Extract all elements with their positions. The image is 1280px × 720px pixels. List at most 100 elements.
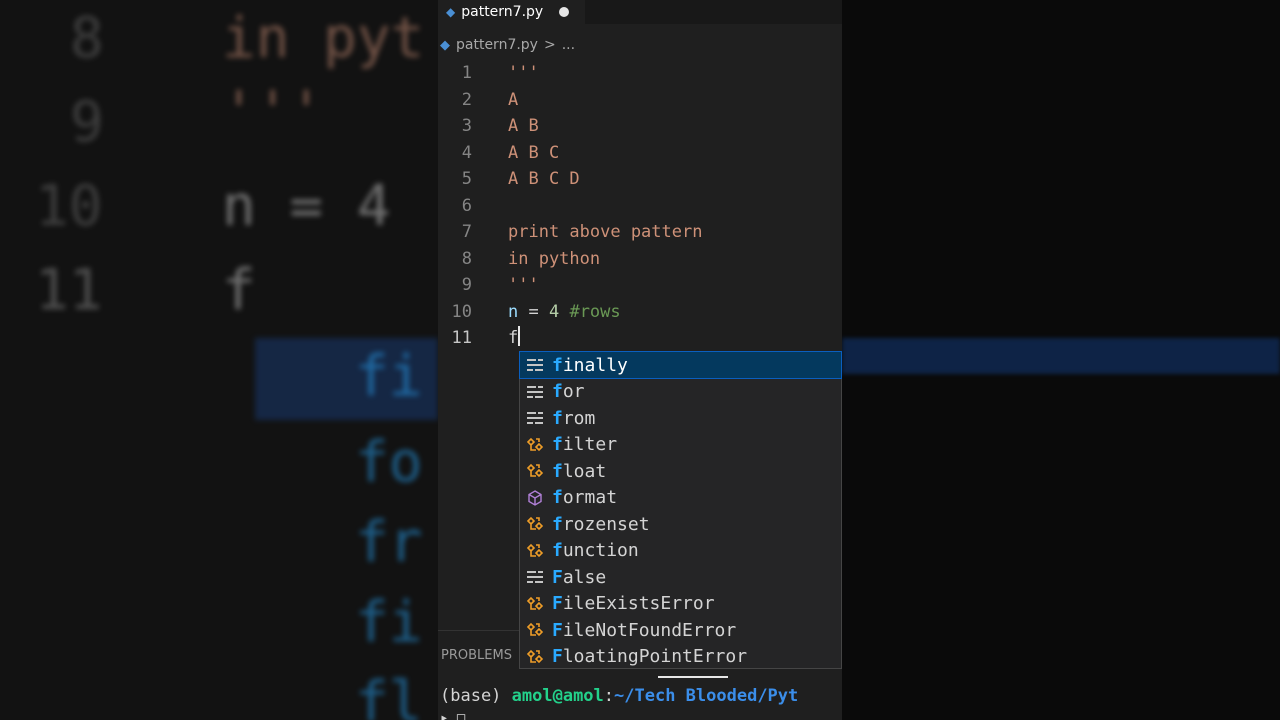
suggestion-item[interactable]: FileNotFoundError [520, 617, 841, 643]
line-text: print above pattern [508, 222, 703, 242]
suggestion-item[interactable]: False [520, 564, 841, 590]
suggestion-rest: rom [562, 407, 596, 429]
suggestion-match: f [552, 434, 563, 455]
line-text: A B C [508, 142, 560, 163]
terminal-path: ~/Tech Blooded/Pyt [614, 686, 799, 706]
suggestion-item[interactable]: format [520, 485, 841, 511]
breadcrumb: ◆ pattern7.py > ... [438, 34, 575, 56]
tab-pattern7[interactable]: ◆ pattern7.py [438, 0, 586, 24]
suggestion-label: float [552, 461, 606, 482]
suggestion-label: function [552, 540, 639, 561]
line-text: A [508, 89, 519, 110]
suggestion-match: F [552, 646, 563, 667]
code-line: 5 A B C D [438, 166, 842, 192]
class-icon [524, 434, 546, 456]
terminal-colon: : [603, 686, 615, 706]
code-line: 7 print above pattern [438, 219, 842, 245]
code-line: 3 A B [438, 113, 842, 139]
suggestion-item[interactable]: filter [520, 432, 841, 458]
suggestion-rest: loat [562, 460, 607, 482]
line-number: 11 [451, 328, 472, 348]
keyword-icon [524, 407, 546, 429]
suggestion-item[interactable]: FileExistsError [520, 591, 841, 617]
bg-line-number: 10 [35, 174, 103, 239]
bg-line-number: 9 [70, 90, 104, 155]
line-number: 9 [461, 275, 472, 295]
line-text: in python [508, 248, 601, 269]
suggestion-rest: ilter [562, 434, 618, 455]
unsaved-dot-icon[interactable] [559, 7, 570, 17]
breadcrumb-separator: > [543, 37, 556, 53]
suggestion-match: F [552, 619, 563, 641]
suggestion-match: f [552, 487, 563, 508]
suggestion-label: finally [552, 355, 628, 376]
suggestion-item[interactable]: FloatingPointError [520, 644, 841, 670]
method-icon [524, 487, 546, 509]
suggestion-match: f [552, 407, 563, 429]
suggestion-rest: ileNotFoundError [562, 619, 737, 641]
suggestion-label: format [552, 487, 617, 508]
panel-active-indicator [658, 676, 728, 678]
panel-tab-problems[interactable]: PROBLEMS [441, 648, 512, 663]
background-zoom-right [842, 0, 1280, 720]
bg-suggestion: fi [355, 590, 423, 655]
line-text: A B C D [508, 169, 580, 189]
line-number: 8 [461, 248, 472, 269]
keyword-icon [524, 354, 546, 376]
suggestion-item[interactable]: float [520, 458, 841, 484]
line-number: 10 [451, 301, 472, 322]
suggestion-label: for [552, 381, 585, 402]
line-number: 3 [461, 116, 472, 136]
line-number: 5 [461, 169, 472, 189]
suggestion-rest: ormat [562, 487, 618, 508]
bg-suggestion: fi [355, 344, 423, 409]
breadcrumb-symbol[interactable]: ... [562, 37, 575, 53]
code-line: 2 A [438, 87, 842, 113]
suggestion-item[interactable]: function [520, 538, 841, 564]
line-number: 2 [461, 89, 472, 110]
line-number: 6 [461, 195, 472, 216]
bg-line-number: 8 [70, 6, 104, 71]
code-line: 4 A B C [438, 140, 842, 166]
code-line: 9 ''' [438, 272, 842, 298]
suggestion-item[interactable]: from [520, 405, 841, 431]
line-text: f [508, 325, 521, 351]
suggestion-item[interactable]: frozenset [520, 511, 841, 537]
suggestion-rest: alse [562, 566, 607, 588]
tab-bar: ◆ pattern7.py [438, 0, 842, 24]
suggestion-item[interactable]: finally [519, 351, 842, 379]
typed-text: f [508, 328, 519, 348]
bg-suggestion: fl [355, 670, 423, 720]
line-number: 7 [461, 222, 472, 242]
keyword-icon [524, 381, 546, 403]
bg-suggestion: fo [355, 430, 423, 495]
autocomplete-widget[interactable]: finally for from filter float format frozenset… [519, 351, 842, 669]
terminal-next-line: ▸ □ [440, 710, 466, 720]
line-number: 1 [461, 63, 472, 83]
background-zoom-left: 8 9 10 11 in pyt ''' n = 4 f fi fo fr fi… [0, 0, 438, 720]
suggestion-rest: inally [562, 354, 628, 376]
terminal-prompt[interactable]: (base) amol@amol:~/Tech Blooded/Pyt [440, 686, 798, 706]
code-line: 10 n = 4 #rows [438, 299, 842, 325]
suggestion-match: f [552, 460, 563, 482]
suggestion-label: FileNotFoundError [552, 620, 736, 641]
suggestion-label: filter [552, 434, 617, 455]
bg-code-line: f [222, 258, 256, 323]
suggestion-rest: ileExistsError [562, 593, 715, 614]
variable-name: n [508, 301, 519, 322]
suggestion-match: F [552, 593, 563, 614]
python-file-icon: ◆ [446, 5, 456, 19]
tab-label: pattern7.py [461, 4, 544, 20]
class-icon [524, 593, 546, 615]
bg-code-line: n = 4 [222, 174, 391, 239]
code-line: 1 ''' [438, 60, 842, 86]
suggestion-match: f [552, 540, 563, 561]
breadcrumb-file[interactable]: pattern7.py [456, 37, 538, 53]
class-icon [524, 513, 546, 535]
bg-suggestion: fr [355, 510, 423, 575]
suggestion-item[interactable]: for [520, 379, 841, 405]
text-cursor [518, 326, 521, 346]
bg-line-number: 11 [35, 258, 103, 323]
suggestion-label: False [552, 567, 606, 588]
class-icon [524, 619, 546, 641]
